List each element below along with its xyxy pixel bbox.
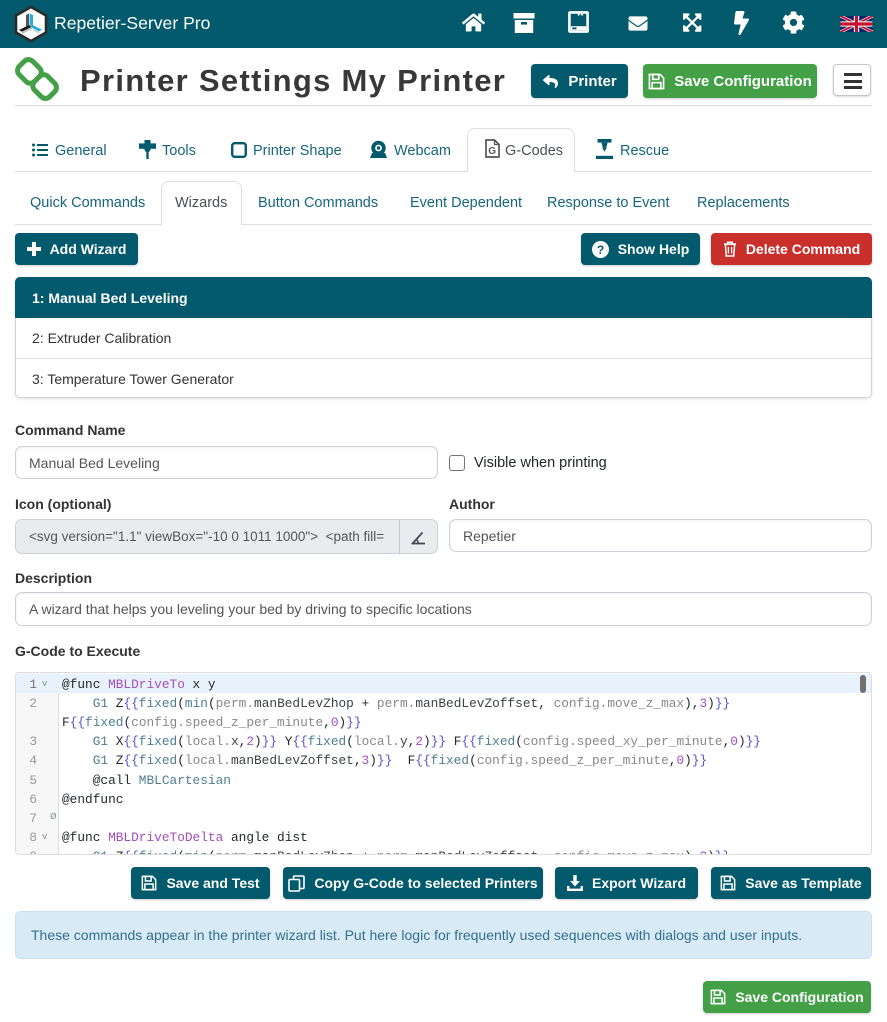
svg-text:?: ?: [597, 242, 604, 256]
svg-text:G: G: [488, 146, 496, 157]
